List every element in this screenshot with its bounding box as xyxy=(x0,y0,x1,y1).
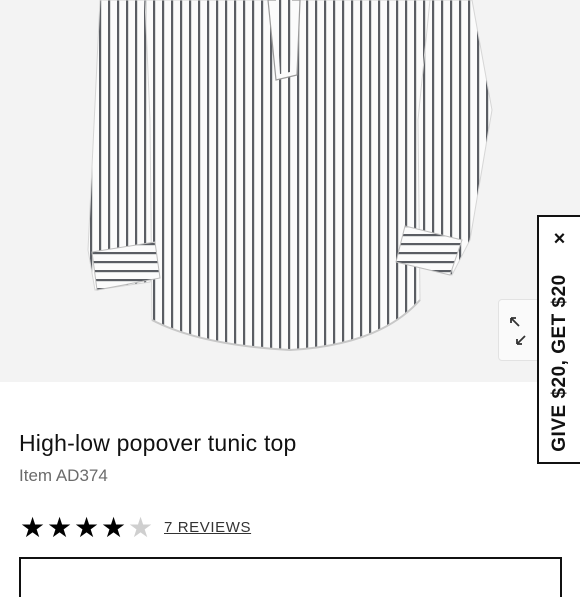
size-selector[interactable] xyxy=(19,557,562,597)
star-filled-icon: ★ xyxy=(100,512,127,543)
close-icon[interactable]: × xyxy=(539,225,580,253)
expand-image-button[interactable] xyxy=(498,299,538,361)
star-filled-icon: ★ xyxy=(46,512,73,543)
promo-label: GIVE $20, GET $20 xyxy=(548,274,570,452)
product-image[interactable] xyxy=(0,0,580,382)
expand-arrows-icon xyxy=(510,317,526,345)
shirt-illustration xyxy=(87,0,493,352)
product-title: High-low popover tunic top xyxy=(19,430,297,456)
star-filled-icon: ★ xyxy=(73,512,100,543)
star-empty-icon: ★ xyxy=(127,512,154,543)
product-item-number: Item AD374 xyxy=(19,466,108,485)
star-filled-icon: ★ xyxy=(19,512,46,543)
referral-promo-tab[interactable]: × GIVE $20, GET $20 xyxy=(537,215,580,464)
reviews-link[interactable]: 7 REVIEWS xyxy=(164,519,251,536)
star-rating: ★ ★ ★ ★ ★ xyxy=(19,514,154,542)
